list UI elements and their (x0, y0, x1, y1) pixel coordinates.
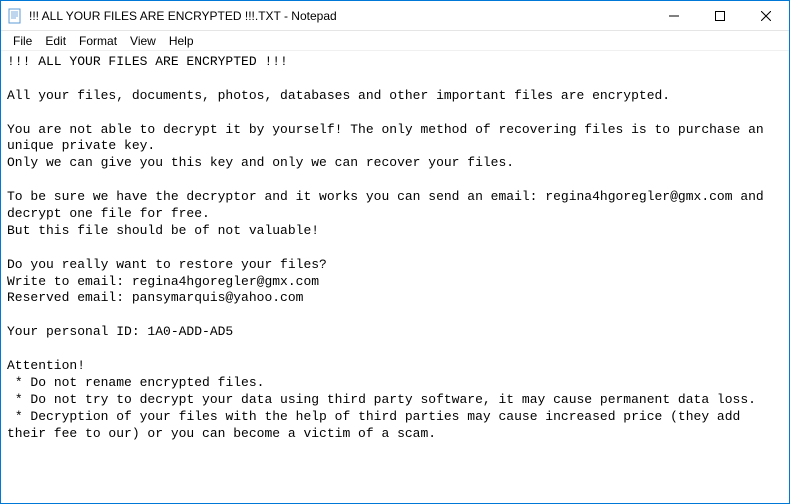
titlebar: !!! ALL YOUR FILES ARE ENCRYPTED !!!.TXT… (1, 1, 789, 31)
notepad-icon (7, 8, 23, 24)
menu-format[interactable]: Format (73, 33, 123, 49)
menu-view[interactable]: View (124, 33, 162, 49)
window-controls (651, 1, 789, 31)
text-area[interactable]: !!! ALL YOUR FILES ARE ENCRYPTED !!! All… (1, 51, 789, 503)
menu-help[interactable]: Help (163, 33, 200, 49)
menu-file[interactable]: File (7, 33, 38, 49)
close-button[interactable] (743, 1, 789, 31)
menubar: File Edit Format View Help (1, 31, 789, 51)
menu-edit[interactable]: Edit (39, 33, 72, 49)
window-title: !!! ALL YOUR FILES ARE ENCRYPTED !!!.TXT… (29, 9, 651, 23)
maximize-button[interactable] (697, 1, 743, 31)
minimize-button[interactable] (651, 1, 697, 31)
